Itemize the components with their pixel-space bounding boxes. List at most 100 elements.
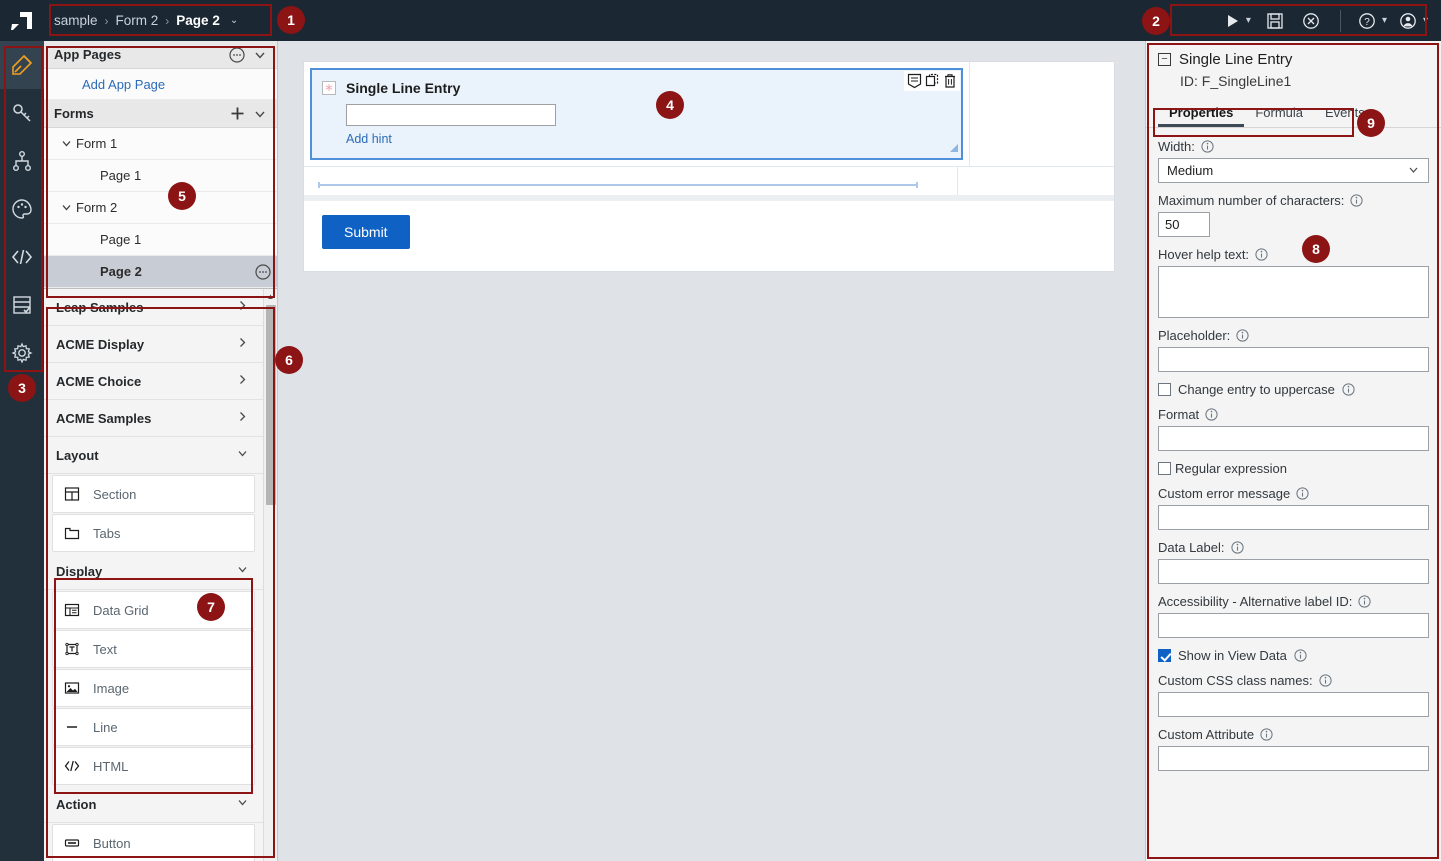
show-view-data-row[interactable]: Show in View Data bbox=[1158, 648, 1429, 663]
canvas-empty-cell[interactable] bbox=[969, 62, 1114, 166]
palette-group-acme-choice[interactable]: ACME Choice bbox=[44, 363, 263, 400]
format-input[interactable] bbox=[1158, 426, 1429, 451]
show-view-data-checkbox[interactable] bbox=[1158, 649, 1171, 662]
chevron-right-icon[interactable] bbox=[236, 336, 249, 352]
chevron-down-icon[interactable] bbox=[253, 48, 267, 62]
info-icon[interactable] bbox=[1358, 595, 1371, 608]
palette-group-display[interactable]: Display bbox=[44, 553, 263, 590]
palette-group-leap-samples[interactable]: Leap Samples bbox=[44, 289, 263, 326]
rail-item-workflow[interactable] bbox=[0, 137, 44, 185]
palette-group-layout[interactable]: Layout bbox=[44, 437, 263, 474]
breadcrumb-item-app[interactable]: sample bbox=[54, 13, 98, 28]
widget-single-line-entry[interactable]: ∗ Single Line Entry Add hint bbox=[310, 68, 963, 160]
notes-icon[interactable] bbox=[907, 73, 922, 89]
custom-attribute-input[interactable] bbox=[1158, 746, 1429, 771]
tree-item-form-2[interactable]: Form 2 bbox=[44, 192, 277, 224]
rail-item-code[interactable] bbox=[0, 233, 44, 281]
hover-help-textarea[interactable] bbox=[1158, 266, 1429, 318]
close-button[interactable] bbox=[1294, 0, 1328, 41]
palette-scrollbar[interactable]: ▲ bbox=[263, 289, 277, 861]
palette-item-image[interactable]: Image bbox=[52, 669, 255, 707]
save-button[interactable] bbox=[1258, 0, 1292, 41]
palette-group-action[interactable]: Action bbox=[44, 786, 263, 823]
tree-item-form-1[interactable]: Form 1 bbox=[44, 128, 277, 160]
regex-checkbox[interactable] bbox=[1158, 462, 1171, 475]
palette-item-button[interactable]: Button bbox=[52, 824, 255, 861]
data-label-input[interactable] bbox=[1158, 559, 1429, 584]
alt-label-id-input[interactable] bbox=[1158, 613, 1429, 638]
widget-text-input[interactable] bbox=[346, 104, 556, 126]
scrollbar-thumb[interactable] bbox=[266, 305, 276, 505]
rail-item-theme[interactable] bbox=[0, 185, 44, 233]
widget-required-checkbox[interactable]: ∗ bbox=[322, 81, 336, 95]
palette-group-acme-display[interactable]: ACME Display bbox=[44, 326, 263, 363]
chevron-down-icon[interactable] bbox=[1407, 163, 1420, 179]
scroll-up-arrow-icon[interactable]: ▲ bbox=[264, 289, 277, 303]
add-form-icon[interactable] bbox=[230, 106, 245, 121]
chevron-right-icon[interactable] bbox=[236, 299, 249, 315]
account-button[interactable]: ▾ bbox=[1394, 0, 1433, 41]
tree-item-form1-page-1[interactable]: Page 1 bbox=[44, 160, 277, 192]
duplicate-icon[interactable] bbox=[925, 73, 940, 89]
collapse-toggle-icon[interactable]: − bbox=[1158, 53, 1171, 66]
chevron-down-icon[interactable]: ▾ bbox=[1246, 15, 1251, 26]
info-icon[interactable] bbox=[1294, 649, 1307, 662]
palette-item-tabs[interactable]: Tabs bbox=[52, 514, 255, 552]
tab-properties[interactable]: Properties bbox=[1158, 97, 1244, 127]
rail-item-settings[interactable] bbox=[0, 329, 44, 377]
palette-group-acme-samples[interactable]: ACME Samples bbox=[44, 400, 263, 437]
uppercase-checkbox[interactable] bbox=[1158, 383, 1171, 396]
chevron-down-icon[interactable] bbox=[56, 137, 76, 150]
info-icon[interactable] bbox=[1296, 487, 1309, 500]
chevron-right-icon[interactable] bbox=[236, 410, 249, 426]
breadcrumb-item-form[interactable]: Form 2 bbox=[116, 13, 159, 28]
css-class-input[interactable] bbox=[1158, 692, 1429, 717]
rail-item-data[interactable] bbox=[0, 281, 44, 329]
palette-item-line[interactable]: Line bbox=[52, 708, 255, 746]
info-icon[interactable] bbox=[1230, 541, 1244, 554]
info-icon[interactable] bbox=[1342, 383, 1355, 396]
custom-error-input[interactable] bbox=[1158, 505, 1429, 530]
info-icon[interactable] bbox=[1260, 728, 1273, 741]
preview-button[interactable]: ▾ bbox=[1221, 0, 1256, 41]
info-icon[interactable] bbox=[1236, 329, 1249, 342]
chevron-down-icon[interactable]: ⌄ bbox=[230, 15, 238, 26]
rail-item-access-key[interactable] bbox=[0, 89, 44, 137]
info-icon[interactable] bbox=[1205, 408, 1218, 421]
chevron-down-icon[interactable] bbox=[56, 201, 76, 214]
chevron-down-icon[interactable]: ▾ bbox=[1382, 15, 1387, 26]
info-icon[interactable] bbox=[1255, 248, 1268, 261]
info-icon[interactable] bbox=[1201, 140, 1214, 153]
overflow-menu-icon[interactable] bbox=[255, 263, 271, 280]
chevron-down-icon[interactable] bbox=[236, 447, 249, 463]
breadcrumb-item-page[interactable]: Page 2 bbox=[176, 13, 220, 28]
app-logo-icon[interactable] bbox=[0, 0, 44, 41]
palette-item-section[interactable]: Section bbox=[52, 475, 255, 513]
help-button[interactable]: ? ▾ bbox=[1353, 0, 1392, 41]
palette-item-html[interactable]: HTML bbox=[52, 747, 255, 785]
tab-formula[interactable]: Formula bbox=[1244, 97, 1314, 127]
add-app-page-link[interactable]: Add App Page bbox=[44, 69, 277, 100]
resize-handle-icon[interactable] bbox=[949, 141, 959, 156]
chevron-right-icon[interactable] bbox=[236, 373, 249, 389]
uppercase-checkbox-row[interactable]: Change entry to uppercase bbox=[1158, 382, 1429, 397]
placeholder-input[interactable] bbox=[1158, 347, 1429, 372]
regex-checkbox-row[interactable]: Regular expression bbox=[1158, 461, 1429, 476]
submit-button[interactable]: Submit bbox=[322, 215, 410, 249]
canvas-empty-cell[interactable] bbox=[957, 167, 1114, 195]
width-select[interactable]: Medium bbox=[1158, 158, 1429, 183]
rail-item-design[interactable] bbox=[0, 41, 44, 89]
tree-item-form2-page-1[interactable]: Page 1 bbox=[44, 224, 277, 256]
add-hint-link[interactable]: Add hint bbox=[346, 132, 949, 146]
chevron-down-icon[interactable] bbox=[253, 107, 267, 121]
overflow-menu-icon[interactable] bbox=[229, 46, 245, 63]
info-icon[interactable] bbox=[1319, 674, 1332, 687]
info-icon[interactable] bbox=[1350, 194, 1364, 207]
drop-target-indicator[interactable] bbox=[304, 167, 957, 195]
chevron-down-icon[interactable] bbox=[236, 796, 249, 812]
palette-item-text[interactable]: Text bbox=[52, 630, 255, 668]
delete-trash-icon[interactable] bbox=[943, 73, 957, 89]
form-canvas[interactable]: ∗ Single Line Entry Add hint Submit bbox=[279, 41, 1144, 861]
max-chars-input[interactable]: 50 bbox=[1158, 212, 1210, 237]
chevron-down-icon[interactable]: ▾ bbox=[1423, 15, 1428, 26]
